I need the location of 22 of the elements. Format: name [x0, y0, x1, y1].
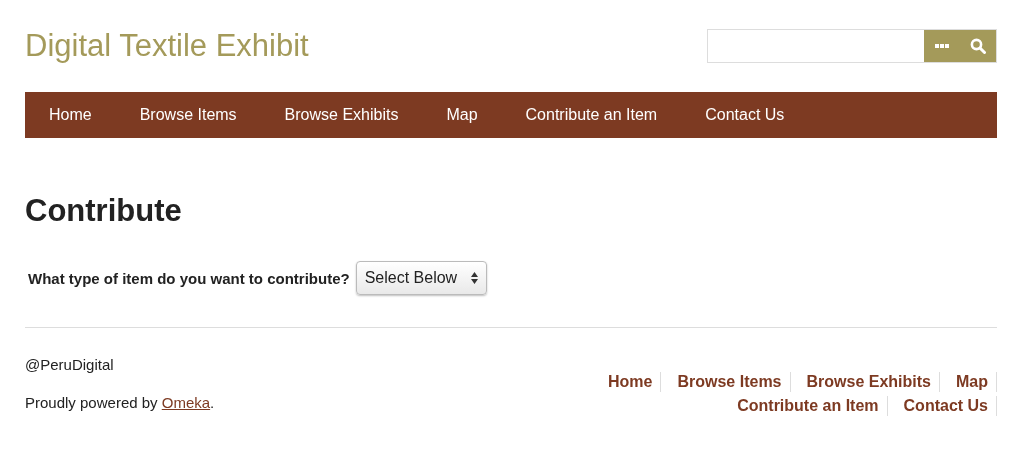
nav-link[interactable]: Home	[49, 106, 92, 124]
footer-link[interactable]: Home	[592, 372, 662, 392]
nav-link[interactable]: Contact Us	[705, 106, 785, 124]
search-button[interactable]	[924, 30, 996, 62]
nav-link[interactable]: Browse Exhibits	[284, 106, 399, 124]
search-field[interactable]	[707, 29, 997, 63]
footer-link[interactable]: Contact Us	[887, 396, 997, 416]
footer-link[interactable]: Map	[940, 372, 997, 392]
powered-by-text: Proudly powered by Omeka.	[25, 394, 215, 411]
nav-link[interactable]: Browse Items	[139, 106, 237, 124]
type-select[interactable]: Select Below	[355, 261, 488, 295]
footer-link[interactable]: Contribute an Item	[721, 396, 888, 416]
nav-link[interactable]: Contribute an Item	[525, 106, 658, 124]
search-icon	[969, 38, 986, 54]
footer-handle: @PeruDigital	[25, 356, 115, 373]
footer-link[interactable]: Browse Items	[661, 372, 791, 392]
page-heading: Contribute	[25, 193, 183, 229]
nav-link[interactable]: Map	[446, 106, 478, 124]
footer-link[interactable]: Browse Exhibits	[790, 372, 940, 392]
more-icon	[934, 44, 949, 48]
question-label: What type of item do you want to contribute?	[28, 269, 350, 287]
updown-caret-icon	[471, 272, 479, 284]
